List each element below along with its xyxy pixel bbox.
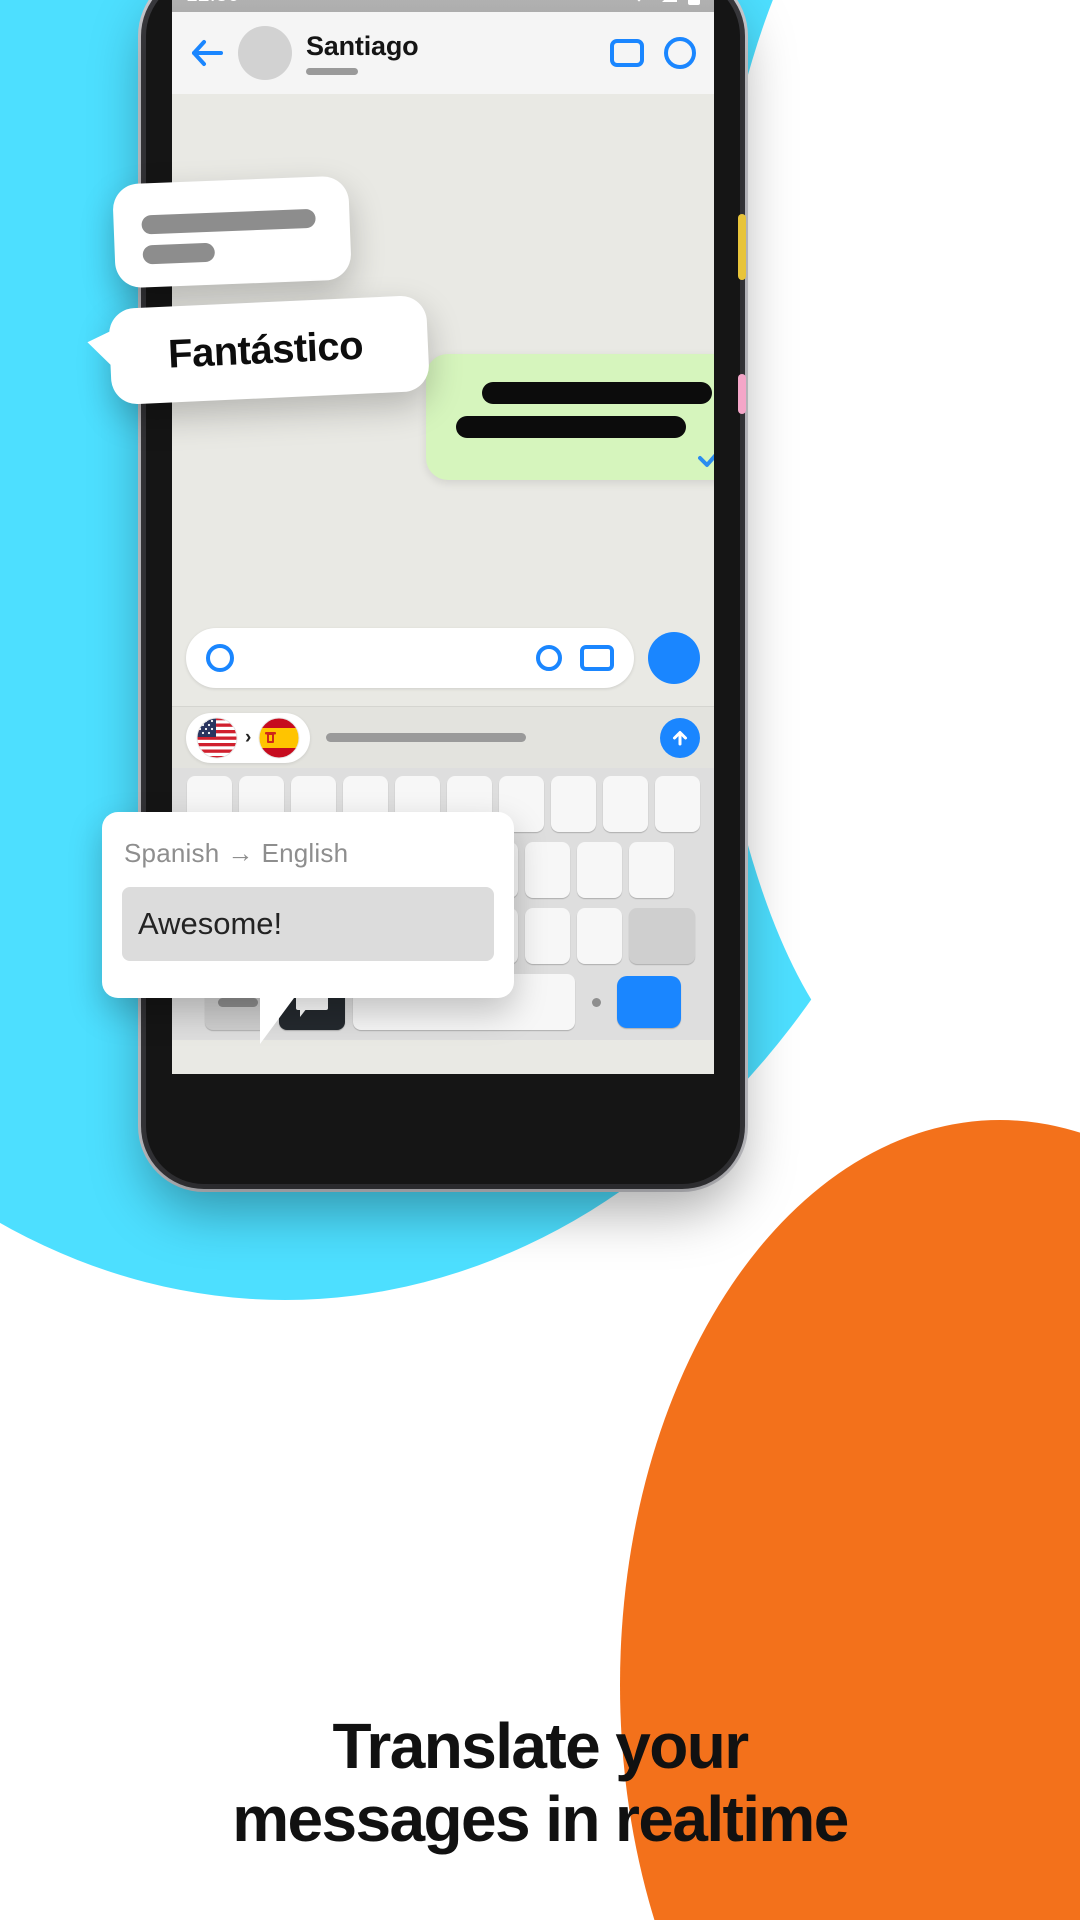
translated-text-box[interactable]: Awesome!	[122, 887, 494, 961]
message-input-field[interactable]	[186, 628, 634, 688]
incoming-message-callout	[112, 175, 352, 289]
keyboard-key[interactable]	[628, 842, 674, 898]
mic-button[interactable]	[648, 632, 700, 684]
outgoing-message-bubble[interactable]	[426, 354, 714, 480]
keyboard-key[interactable]	[524, 842, 570, 898]
translated-text: Awesome!	[138, 906, 283, 941]
backspace-key[interactable]	[628, 908, 695, 964]
headline-line-1: Translate your	[332, 1710, 749, 1783]
arrow-up-glyph	[673, 730, 687, 745]
translate-send-icon[interactable]	[660, 717, 700, 758]
translation-popup[interactable]: Spanish → English Awesome!	[102, 812, 514, 1044]
callout-text-placeholder	[141, 208, 316, 235]
camera-icon[interactable]	[580, 645, 614, 671]
status-icons	[628, 0, 700, 5]
signal-icon	[662, 0, 677, 2]
translate-bar: ›	[172, 706, 714, 768]
keyboard-key[interactable]	[576, 908, 622, 964]
contact-info[interactable]: Santiago	[306, 31, 419, 75]
period-glyph	[591, 997, 601, 1007]
keyboard-key[interactable]	[576, 842, 622, 898]
promo-headline: Translate your messages in realtime	[0, 1710, 1080, 1856]
phone-volume-button	[738, 374, 746, 414]
target-language-label: English	[261, 838, 349, 868]
translation-language-pair: Spanish → English	[102, 812, 514, 869]
emoji-icon[interactable]	[206, 644, 234, 672]
battery-icon	[688, 0, 700, 5]
chevron-right-icon: ›	[245, 727, 252, 748]
enter-key[interactable]	[617, 976, 681, 1028]
read-receipt-icon	[698, 453, 714, 467]
keyboard-key[interactable]	[654, 776, 700, 832]
contact-name: Santiago	[306, 31, 419, 61]
keyboard-key[interactable]	[550, 776, 596, 832]
popup-tail	[260, 998, 294, 1044]
language-pair-selector[interactable]: ›	[186, 712, 311, 763]
keyboard-key[interactable]	[524, 908, 570, 964]
avatar[interactable]	[238, 26, 292, 80]
symbols-glyph	[218, 997, 258, 1007]
contact-status-placeholder	[306, 68, 358, 75]
source-language-label: Spanish	[124, 838, 220, 868]
period-key[interactable]	[583, 974, 609, 1030]
fantastico-callout: Fantástico	[86, 294, 431, 406]
keyboard-key[interactable]	[602, 776, 648, 832]
callout-text-placeholder	[142, 242, 216, 265]
app-bar-actions	[610, 37, 696, 69]
status-bar: 12:30	[172, 0, 714, 12]
promo-screenshot: 12:30 Santi	[0, 0, 1080, 1920]
flag-us-icon	[196, 717, 238, 758]
callout-tail	[86, 328, 117, 373]
status-time: 12:30	[186, 0, 240, 7]
message-text-placeholder	[456, 416, 686, 438]
phone-mockup: 12:30 Santi	[146, 0, 746, 1184]
fantastico-text: Fantástico	[167, 323, 364, 377]
wifi-icon	[637, 0, 641, 2]
chat-app-bar: Santiago	[172, 12, 714, 94]
message-input-bar	[172, 610, 714, 706]
attach-icon[interactable]	[536, 645, 562, 671]
phone-power-button	[738, 214, 746, 280]
voice-call-icon[interactable]	[664, 37, 696, 69]
back-arrow-icon[interactable]	[190, 38, 224, 68]
translate-input-placeholder[interactable]	[326, 733, 527, 742]
headline-line-2: messages in realtime	[232, 1783, 849, 1856]
flag-es-icon	[258, 717, 300, 758]
video-call-icon[interactable]	[610, 39, 644, 67]
input-actions	[536, 645, 614, 671]
message-text-placeholder	[482, 382, 712, 404]
arrow-right-icon: →	[227, 838, 254, 868]
